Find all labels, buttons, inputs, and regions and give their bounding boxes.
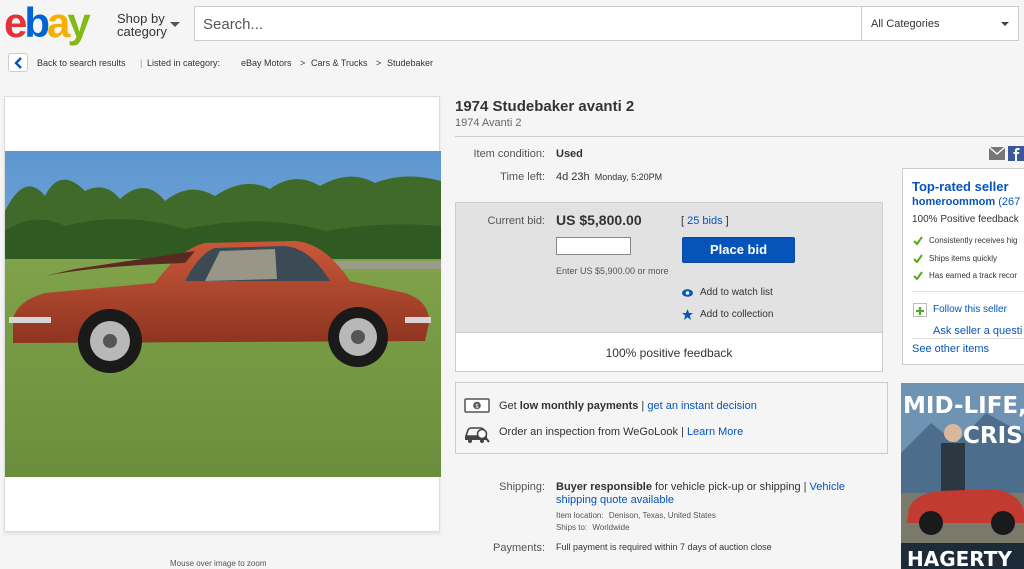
seller-feature: Ships items quickly: [929, 254, 998, 263]
seller-feature: Has earned a track recor: [929, 271, 1018, 280]
breadcrumb-arrow: >: [376, 58, 382, 68]
bid-count: [ 25 bids ]: [681, 215, 729, 227]
payments-value: Full payment is required within 7 days o…: [556, 542, 772, 552]
ad-brand: HAGERTY: [907, 547, 1012, 569]
breadcrumb-cars-trucks[interactable]: Cars & Trucks: [311, 58, 368, 68]
seller-name-link[interactable]: homeroommom: [912, 196, 995, 208]
item-subtitle: 1974 Avanti 2: [455, 117, 522, 129]
star-icon: [682, 309, 693, 320]
breadcrumb-arrow: >: [300, 58, 306, 68]
item-title: 1974 Studebaker avanti 2: [455, 98, 635, 115]
image-gallery[interactable]: [4, 96, 441, 532]
top-rated-seller-badge: Top-rated seller: [912, 179, 1009, 194]
header: ebay Shop by category Search... All Cate…: [0, 0, 1024, 48]
inspection-car-icon: [464, 427, 490, 443]
low-monthly-payments: Get low monthly payments | get an instan…: [499, 400, 757, 412]
chevron-down-icon: [1001, 22, 1009, 26]
seller-feature: Consistently receives hig: [929, 236, 1018, 245]
add-to-watch-list[interactable]: Add to watch list: [700, 287, 773, 298]
ebay-logo[interactable]: ebay: [4, 2, 91, 44]
shipping-value: Buyer responsible for vehicle pick-up or…: [556, 481, 846, 506]
ad-headline: CRISI: [963, 423, 1024, 449]
time-left-end: Monday, 5:20PM: [594, 172, 663, 182]
add-to-collection[interactable]: Add to collection: [700, 309, 773, 320]
follow-seller-link[interactable]: Follow this seller: [933, 304, 1007, 315]
breadcrumb-separator: |: [140, 58, 143, 68]
check-icon: [913, 236, 923, 246]
payments-label: Payments:: [493, 542, 545, 554]
ad-headline: MID-LIFE,: [903, 393, 1024, 419]
see-other-items-link[interactable]: See other items: [912, 343, 989, 355]
bid-amount-input[interactable]: [556, 237, 631, 255]
ships-to: Ships to: Worldwide: [556, 523, 630, 532]
bid-history-link[interactable]: 25 bids: [687, 215, 722, 227]
car-photo[interactable]: [5, 151, 441, 477]
inspection-offer: Order an inspection from WeGoLook | Lear…: [499, 426, 744, 438]
check-icon: [913, 254, 923, 264]
instant-decision-link[interactable]: get an instant decision: [647, 400, 756, 412]
chevron-down-icon[interactable]: [170, 22, 180, 27]
title-divider: [455, 136, 1024, 137]
email-share-icon[interactable]: [989, 147, 1005, 160]
advertisement-banner[interactable]: MID-LIFE, CRISI HAGERTY: [901, 383, 1024, 569]
breadcrumb-studebaker[interactable]: Studebaker: [387, 58, 433, 68]
financing-panel: [455, 382, 888, 454]
seller-info-panel: Top-rated seller homeroommom (267 100% P…: [902, 168, 1024, 365]
studebaker-image: [5, 151, 441, 477]
item-location: Item location: Denison, Texas, United St…: [556, 511, 716, 520]
seller-divider: [912, 338, 1024, 339]
time-left-label: Time left:: [500, 171, 545, 183]
bid-hint: Enter US $5,900.00 or more: [556, 266, 669, 276]
seller-name: homeroommom (267: [912, 196, 1020, 208]
seller-feedback-summary: 100% positive feedback: [455, 332, 883, 372]
time-left-value: 4d 23h Monday, 5:20PM: [556, 171, 663, 183]
chevron-left-icon: [14, 57, 22, 69]
shipping-label: Shipping:: [499, 481, 545, 493]
condition-value: Used: [556, 148, 583, 160]
category-select[interactable]: All Categories: [861, 6, 1019, 41]
svg-text:$: $: [475, 403, 479, 410]
shop-by-category-button[interactable]: Shop by category: [117, 12, 167, 38]
seller-score-link[interactable]: (267: [998, 196, 1020, 208]
money-icon: $: [464, 398, 490, 413]
seller-divider: [912, 291, 1024, 292]
listed-in-label: Listed in category:: [147, 58, 221, 68]
current-bid-value: US $5,800.00: [556, 212, 642, 228]
check-icon: [913, 271, 923, 281]
back-button[interactable]: [8, 53, 28, 72]
eye-icon: [682, 289, 693, 297]
back-to-search-link[interactable]: Back to search results: [37, 58, 126, 68]
seller-positive-feedback: 100% Positive feedback: [912, 214, 1019, 225]
follow-plus-icon[interactable]: [913, 303, 927, 317]
condition-label: Item condition:: [473, 148, 545, 160]
place-bid-button[interactable]: Place bid: [682, 237, 795, 263]
learn-more-link[interactable]: Learn More: [687, 426, 743, 438]
breadcrumb-ebay-motors[interactable]: eBay Motors: [241, 58, 292, 68]
current-bid-label: Current bid:: [487, 215, 545, 227]
zoom-hint: Mouse over image to zoom: [170, 559, 267, 568]
search-input[interactable]: Search...: [194, 6, 861, 41]
ask-seller-link[interactable]: Ask seller a questi: [933, 325, 1022, 337]
facebook-share-icon[interactable]: [1008, 146, 1024, 161]
